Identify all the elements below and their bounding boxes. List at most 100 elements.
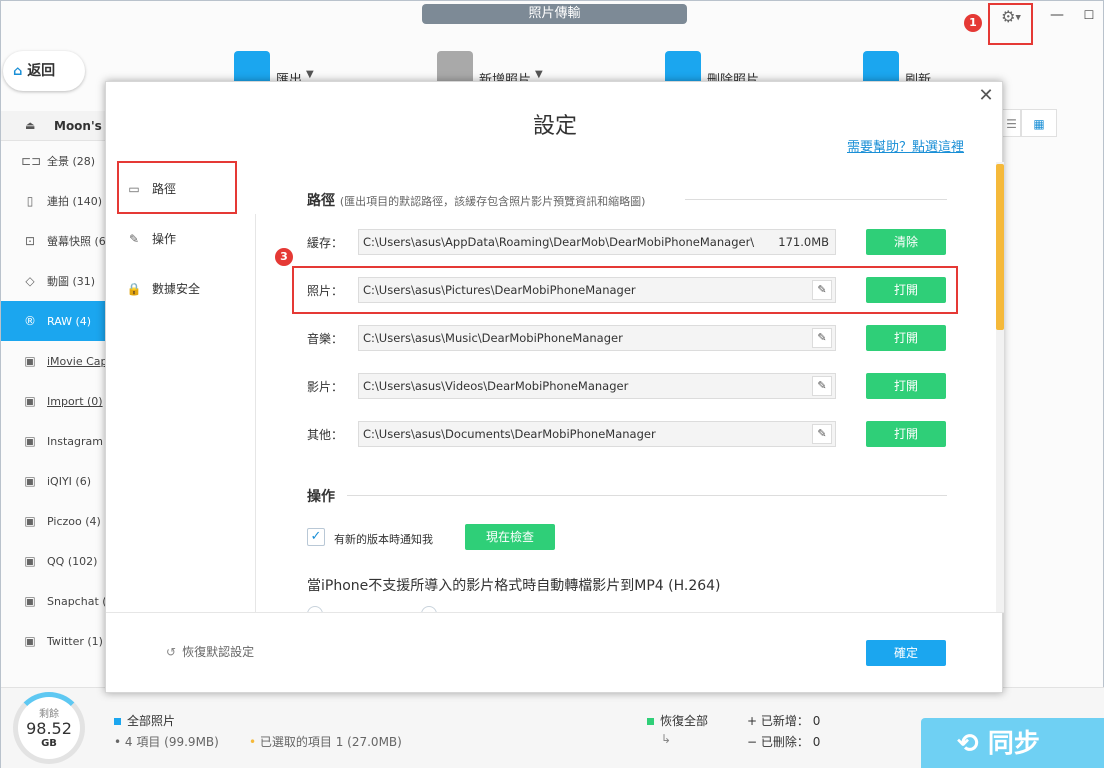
storage-unit: GB — [41, 738, 57, 749]
pencil-icon[interactable]: ✎ — [812, 328, 832, 348]
sidebar-item-label: Snapchat (5 — [47, 595, 105, 608]
sidebar-item-burst[interactable]: ▯ 連拍 (140) — [1, 181, 105, 221]
pencil-icon[interactable]: ✎ — [812, 376, 832, 396]
eject-icon[interactable]: ⏏ — [25, 119, 35, 132]
open-video-button[interactable]: 打開 — [866, 373, 946, 399]
sidebar-item-label: QQ (102) — [47, 555, 98, 568]
return-arrow-icon: ↳ — [661, 732, 672, 746]
music-path-text: C:\Users\asus\Music\DearMobiPhoneManager — [363, 331, 623, 345]
sidebar-item-iqiyi[interactable]: ▣ iQIYI (6) — [1, 461, 105, 501]
video-label: 影片： — [307, 380, 344, 394]
open-music-button[interactable]: 打開 — [866, 325, 946, 351]
cache-path-field: C:\Users\asus\AppData\Roaming\DearMob\De… — [358, 229, 836, 255]
album-icon: ▣ — [24, 594, 36, 608]
sidebar-item-label: RAW (4) — [47, 315, 92, 328]
sidebar-item-label: Piczoo (4) — [47, 515, 101, 528]
close-button[interactable]: ✕ — [976, 86, 996, 106]
ok-button[interactable]: 確定 — [866, 640, 946, 666]
sidebar-item-animated[interactable]: ◇ 動圖 (31) — [1, 261, 105, 301]
nav-item-operation[interactable]: ✎ 操作 — [126, 229, 176, 249]
notify-label: 有新的版本時通知我 — [334, 533, 433, 546]
step-marker-1: 1 — [964, 14, 982, 32]
check-now-button[interactable]: 現在檢查 — [465, 524, 555, 550]
highlight-box-settings — [988, 3, 1033, 45]
back-button[interactable]: ⌂ 返回 — [3, 51, 85, 91]
paths-heading-text: 路徑 — [307, 193, 335, 209]
cache-path-text: C:\Users\asus\AppData\Roaming\DearMob\De… — [363, 235, 755, 249]
pencil-icon[interactable]: ✎ — [812, 424, 832, 444]
nav-item-security[interactable]: 🔒 數據安全 — [126, 279, 201, 299]
sidebar-item-snapchat[interactable]: ▣ Snapchat (5 — [1, 581, 105, 621]
music-path-field: C:\Users\asus\Music\DearMobiPhoneManager… — [358, 325, 836, 351]
sidebar-item-import[interactable]: ▣ Import (0) — [1, 381, 105, 421]
status-bar: 剩餘 98.52 GB 全部照片 • 4 項目 (99.9MB) • 已選取的項… — [1, 687, 1104, 768]
maximize-button[interactable]: ☐ — [1079, 5, 1099, 25]
scrollbar-thumb[interactable] — [996, 164, 1004, 330]
step-marker-3: 3 — [275, 248, 293, 266]
sidebar-item-panorama[interactable]: ⊏⊐ 全景 (28) — [1, 141, 105, 181]
chevron-down-icon: ▼ — [535, 69, 543, 80]
screenshot-icon: ⊡ — [24, 234, 36, 248]
open-other-button[interactable]: 打開 — [866, 421, 946, 447]
storage-label: 剩餘 — [39, 709, 59, 720]
raw-icon: ® — [24, 314, 36, 328]
notify-checkbox[interactable]: ✓ — [307, 528, 325, 546]
album-icon: ▣ — [24, 554, 36, 568]
video-path-text: C:\Users\asus\Videos\DearMobiPhoneManage… — [363, 379, 629, 393]
sidebar-item-twitter[interactable]: ▣ Twitter (1) — [1, 621, 105, 661]
added-count: + 已新增： 0 — [747, 714, 821, 728]
chevron-down-icon: ▼ — [306, 69, 314, 80]
album-icon: ▣ — [24, 434, 36, 448]
music-label: 音樂： — [307, 332, 344, 346]
grid-view-button[interactable]: ▦ — [1021, 109, 1057, 137]
sidebar-item-qq[interactable]: ▣ QQ (102) — [1, 541, 105, 581]
divider — [347, 495, 947, 496]
other-path-text: C:\Users\asus\Documents\DearMobiPhoneMan… — [363, 427, 656, 441]
grid-view-icon: ▦ — [1033, 117, 1045, 131]
minimize-button[interactable]: — — [1047, 5, 1067, 25]
cache-label: 緩存： — [307, 236, 344, 250]
storage-value: 98.52 — [26, 719, 72, 738]
sidebar-item-piczoo[interactable]: ▣ Piczoo (4) — [1, 501, 105, 541]
selected-info: • 已選取的項目 1 (27.0MB) — [249, 735, 402, 749]
paths-subtitle: (匯出項目的默認路徑，該緩存包含照片影片預覽資訊和縮略圖) — [339, 195, 646, 208]
sidebar-item-screenshots[interactable]: ⊡ 螢幕快照 (6) — [1, 221, 105, 261]
animated-icon: ◇ — [25, 274, 35, 288]
sync-button[interactable]: ⟲ 同步 — [921, 718, 1104, 768]
paths-heading: 路徑 (匯出項目的默認路徑，該緩存包含照片影片預覽資訊和縮略圖) — [307, 190, 645, 210]
sidebar-item-label: 連拍 (140) — [47, 195, 103, 208]
storage-gauge: 剩餘 98.52 GB — [13, 692, 85, 764]
sidebar-item-label: iMovie Capture — [47, 355, 105, 368]
restore-default-button[interactable]: ↺ 恢復默認設定 — [166, 643, 254, 660]
sidebar-item-instagram[interactable]: ▣ Instagram ( — [1, 421, 105, 461]
close-icon: ✕ — [978, 85, 994, 106]
history-icon: ↺ — [166, 645, 177, 659]
items-info-text: 4 項目 (99.9MB) — [124, 735, 219, 749]
sidebar-item-label: 動圖 (31) — [47, 275, 96, 288]
clear-cache-button[interactable]: 清除 — [866, 229, 946, 255]
sidebar-item-label: Instagram ( — [47, 435, 105, 448]
sidebar-item-imovie[interactable]: ▣ iMovie Capture — [1, 341, 105, 381]
restore-all-button[interactable]: 恢復全部 — [647, 712, 708, 729]
restore-all-label: 恢復全部 — [660, 714, 709, 728]
items-info: • 4 項目 (99.9MB) — [114, 735, 219, 749]
nav-item-operation-label: 操作 — [152, 232, 177, 246]
sidebar-item-label: 全景 (28) — [47, 155, 96, 168]
check-icon: ✓ — [310, 529, 322, 544]
home-icon: ⌂ — [13, 64, 23, 79]
restore-default-label: 恢復默認設定 — [182, 645, 255, 659]
sidebar-item-raw[interactable]: ® RAW (4) — [1, 301, 105, 341]
dialog-footer-divider — [106, 612, 1004, 613]
deleted-count: − 已刪除： 0 — [747, 735, 821, 749]
operation-heading: 操作 — [307, 489, 335, 505]
other-path-field: C:\Users\asus\Documents\DearMobiPhoneMan… — [358, 421, 836, 447]
list-view-icon: ☰ — [1006, 117, 1017, 131]
all-photos-label: 全部照片 — [127, 714, 176, 728]
video-path-field: C:\Users\asus\Videos\DearMobiPhoneManage… — [358, 373, 836, 399]
help-link[interactable]: 需要幫助？點選這裡 — [847, 136, 964, 155]
album-icon: ▣ — [24, 634, 36, 648]
sync-label: 同步 — [987, 729, 1040, 759]
sidebar-item-label: Import (0) — [47, 395, 103, 408]
list-view-button[interactable]: ☰ — [1003, 109, 1021, 137]
added-count-text: 已新增： 0 — [760, 714, 821, 728]
